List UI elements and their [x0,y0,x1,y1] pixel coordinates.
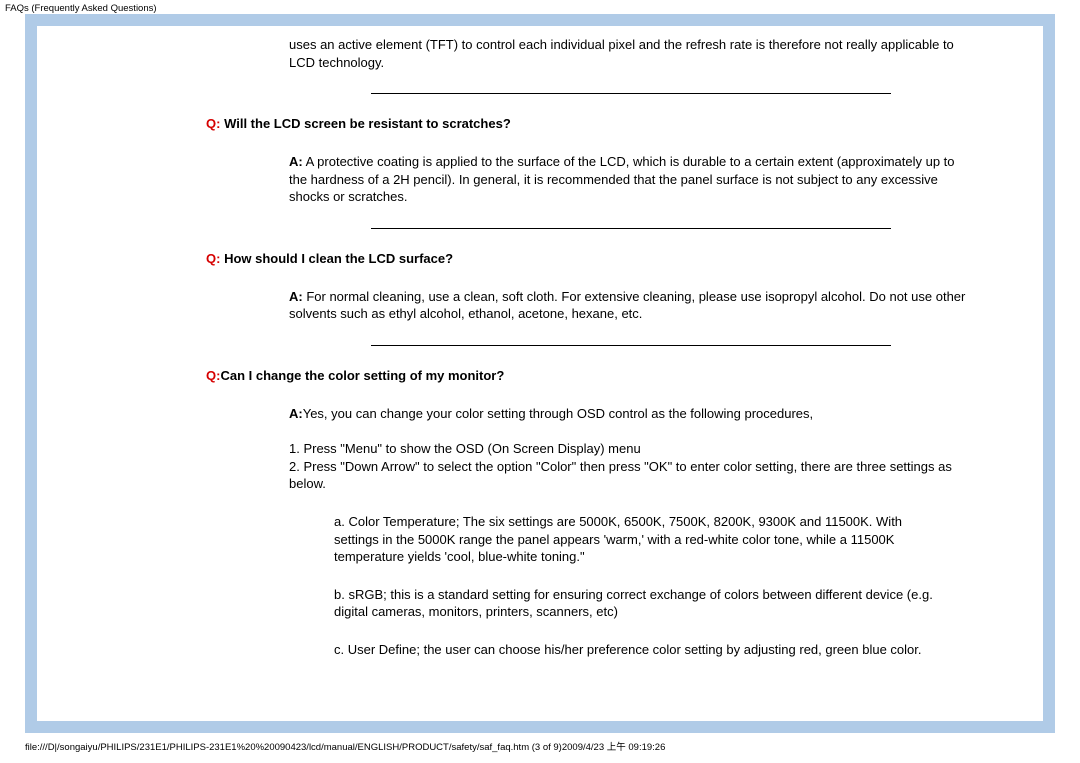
document-frame: uses an active element (TFT) to control … [25,14,1055,733]
faq-item-1: Q: Will the LCD screen be resistant to s… [289,116,973,206]
setting-a: a. Color Temperature; The six settings a… [334,513,948,566]
faq-answer-1: A: A protective coating is applied to th… [289,153,973,206]
footer-path: file:///D|/songaiyu/PHILIPS/231E1/PHILIP… [25,739,665,753]
faq-question-2: Q: How should I clean the LCD surface? [206,251,973,266]
intro-text: uses an active element (TFT) to control … [289,36,973,71]
answer-text: For normal cleaning, use a clean, soft c… [289,289,965,322]
q-label: Q: [206,251,220,266]
a-label: A: [289,289,303,304]
content-area: uses an active element (TFT) to control … [37,26,1043,721]
answer-text: Yes, you can change your color setting t… [303,406,813,421]
question-text: How should I clean the LCD surface? [220,251,453,266]
a-label: A: [289,406,303,421]
q-label: Q: [206,368,220,383]
faq-answer-2: A: For normal cleaning, use a clean, sof… [289,288,973,323]
faq-question-1: Q: Will the LCD screen be resistant to s… [206,116,973,131]
faq-answer-3: A:Yes, you can change your color setting… [289,405,973,423]
divider [371,93,891,94]
question-text: Can I change the color setting of my mon… [220,368,504,383]
instruction-steps: 1. Press "Menu" to show the OSD (On Scre… [289,440,973,493]
question-text: Will the LCD screen be resistant to scra… [220,116,510,131]
faq-question-3: Q:Can I change the color setting of my m… [206,368,973,383]
step-1: 1. Press "Menu" to show the OSD (On Scre… [289,440,973,458]
setting-c: c. User Define; the user can choose his/… [334,641,948,659]
setting-b: b. sRGB; this is a standard setting for … [334,586,948,621]
faq-item-3: Q:Can I change the color setting of my m… [289,368,973,658]
a-label: A: [289,154,303,169]
q-label: Q: [206,116,220,131]
step-2: 2. Press "Down Arrow" to select the opti… [289,458,973,493]
answer-text: A protective coating is applied to the s… [289,154,955,204]
divider [371,228,891,229]
divider [371,345,891,346]
faq-item-2: Q: How should I clean the LCD surface? A… [289,251,973,323]
color-settings-list: a. Color Temperature; The six settings a… [334,513,973,658]
